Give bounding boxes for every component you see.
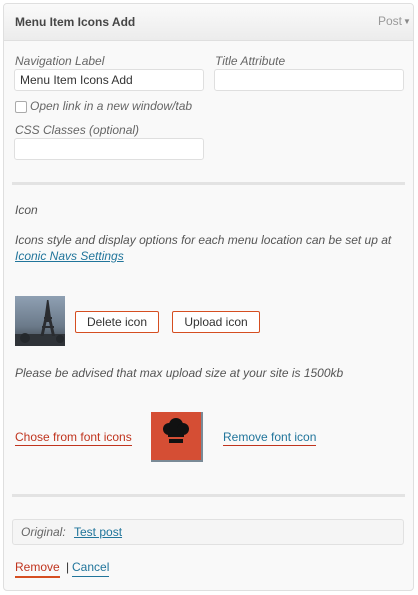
eiffel-tower-image [15, 296, 65, 346]
title-attribute-input[interactable] [214, 69, 404, 91]
remove-link[interactable]: Remove [15, 560, 60, 578]
nav-label-label: Navigation Label [15, 54, 105, 68]
actions-separator: | [66, 560, 70, 574]
section-divider [12, 182, 405, 185]
upload-icon-button[interactable]: Upload icon [172, 311, 260, 333]
panel-title: Menu Item Icons Add [15, 15, 136, 29]
item-type-label: Post [377, 14, 402, 28]
menu-item-panel: Menu Item Icons Add Post ▼ Navigation La… [3, 3, 414, 591]
choose-font-icons-link[interactable]: Chose from font icons [15, 430, 132, 446]
nav-label-input[interactable] [14, 69, 204, 91]
css-classes-input[interactable] [14, 138, 204, 160]
original-post-link[interactable]: Test post [74, 525, 122, 539]
upload-size-notice: Please be advised that max upload size a… [15, 366, 344, 380]
css-classes-label: CSS Classes (optional) [15, 123, 140, 137]
iconic-navs-settings-link[interactable]: Iconic Navs Settings [15, 249, 124, 263]
title-attribute-label: Title Attribute [215, 54, 286, 68]
open-new-window-checkbox[interactable] [15, 101, 27, 113]
remove-font-icon-link[interactable]: Remove font icon [223, 430, 317, 446]
open-new-window-label: Open link in a new window/tab [30, 99, 193, 113]
font-icon-preview[interactable] [151, 412, 203, 462]
icon-thumbnail [15, 296, 65, 346]
chef-hat-icon [163, 418, 189, 443]
panel-header[interactable]: Menu Item Icons Add Post ▼ [4, 4, 413, 41]
delete-icon-button[interactable]: Delete icon [75, 311, 159, 333]
cancel-link[interactable]: Cancel [72, 560, 110, 577]
original-label: Original: [21, 525, 66, 539]
icon-description: Icons style and display options for each… [15, 233, 392, 247]
section-divider [12, 494, 405, 497]
expand-toggle-icon[interactable]: ▼ [402, 12, 412, 32]
original-item-box: Original: Test post [12, 519, 404, 545]
icon-heading: Icon [15, 203, 38, 217]
